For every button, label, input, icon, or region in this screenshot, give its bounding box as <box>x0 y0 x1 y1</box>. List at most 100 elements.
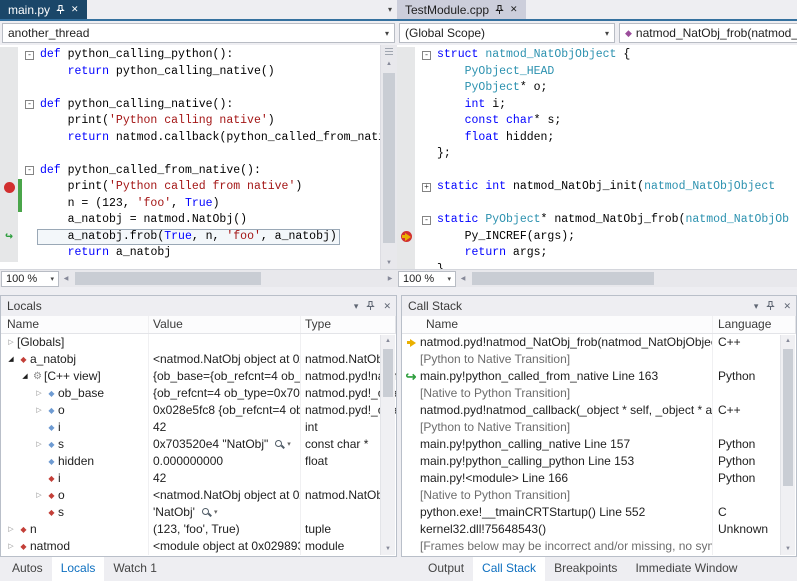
tab-testmodule-cpp[interactable]: TestModule.cpp ✕ <box>397 0 526 19</box>
callstack-title-bar[interactable]: Call Stack ▾ ✕ <box>402 296 796 316</box>
scrollbar-track[interactable] <box>781 347 795 543</box>
breakpoint-margin[interactable] <box>397 97 415 114</box>
column-header-type[interactable]: Type <box>301 316 396 333</box>
scroll-up-icon[interactable]: ▲ <box>781 335 795 347</box>
locals-row[interactable]: ◢⚙[C++ view]{ob_base={ob_refcnt=4 ob_typ… <box>1 368 396 385</box>
locals-row[interactable]: ▷◆ob_base{ob_refcnt=4 ob_type=0x70352054… <box>1 385 396 402</box>
close-icon[interactable]: ✕ <box>510 5 518 14</box>
expander-icon[interactable]: ▷ <box>5 521 17 538</box>
zoom-dropdown[interactable]: 100 % ▾ <box>1 271 59 287</box>
breakpoint-margin[interactable] <box>0 146 18 163</box>
code-editor-python[interactable]: -def python_calling_python(): return pyt… <box>0 45 397 269</box>
breakpoint-margin[interactable] <box>397 163 415 180</box>
expander-icon[interactable]: ▷ <box>5 334 17 351</box>
breakpoint-margin[interactable] <box>0 80 18 97</box>
breakpoint-icon[interactable] <box>4 182 15 193</box>
breakpoint-margin[interactable] <box>0 47 18 64</box>
locals-row[interactable]: ◆hidden0.000000000float <box>1 453 396 470</box>
close-icon[interactable]: ✕ <box>383 301 391 312</box>
expander-icon[interactable]: ◢ <box>19 368 31 385</box>
breakpoint-margin[interactable] <box>0 64 18 81</box>
scrollbar-track[interactable] <box>381 71 397 256</box>
locals-row[interactable]: ▷◆o<natmod.NatObj object at 0x02A57D30>n… <box>1 487 396 504</box>
fold-collapse-icon[interactable]: - <box>422 216 431 225</box>
locals-row[interactable]: ▷◆n(123, 'foo', True)tuple <box>1 521 396 538</box>
breakpoint-margin[interactable] <box>0 245 18 262</box>
pin-icon[interactable] <box>366 301 375 311</box>
callstack-row[interactable]: main.py!python_calling_python Line 153Py… <box>402 453 796 470</box>
window-position-icon[interactable]: ▾ <box>754 301 759 312</box>
scrollbar-thumb[interactable] <box>383 73 395 243</box>
pane-tab-immediate-window[interactable]: Immediate Window <box>626 557 746 581</box>
thread-dropdown[interactable]: another_thread ▾ <box>2 23 395 43</box>
scrollbar-track[interactable] <box>73 270 383 287</box>
breakpoint-margin[interactable] <box>397 262 415 270</box>
breakpoint-margin[interactable] <box>397 229 415 246</box>
callstack-row[interactable]: [Native to Python Transition] <box>402 385 796 402</box>
pin-icon[interactable] <box>495 5 504 15</box>
breakpoint-margin[interactable] <box>397 113 415 130</box>
code-area[interactable]: -struct natmod_NatObjObject { PyObject_H… <box>397 45 797 269</box>
zoom-dropdown[interactable]: 100 % ▾ <box>398 271 456 287</box>
breakpoint-margin[interactable] <box>0 163 18 180</box>
scroll-down-icon[interactable]: ▼ <box>781 543 795 555</box>
pane-tab-call-stack[interactable]: Call Stack <box>473 557 545 581</box>
locals-row[interactable]: ▷◆s0x703520e4 "NatObj"▾const char * <box>1 436 396 453</box>
breakpoint-margin[interactable] <box>397 196 415 213</box>
breakpoint-margin[interactable] <box>0 113 18 130</box>
breakpoint-margin[interactable] <box>397 146 415 163</box>
chevron-down-icon[interactable]: ▾ <box>214 504 218 521</box>
scroll-up-icon[interactable]: ▲ <box>381 335 395 347</box>
scroll-right-icon[interactable]: ▶ <box>383 275 397 282</box>
tab-main-py[interactable]: main.py ✕ <box>0 0 87 19</box>
scroll-left-icon[interactable]: ◀ <box>59 275 73 282</box>
column-header-language[interactable]: Language <box>713 316 796 333</box>
pane-tab-locals[interactable]: Locals <box>52 557 105 581</box>
magnifier-icon[interactable] <box>274 439 285 451</box>
scrollbar-track[interactable] <box>470 270 797 287</box>
scroll-left-icon[interactable]: ◀ <box>456 275 470 282</box>
pane-tab-watch-1[interactable]: Watch 1 <box>104 557 166 581</box>
expander-icon[interactable]: ▷ <box>33 436 45 453</box>
breakpoint-margin[interactable] <box>0 179 18 196</box>
pin-icon[interactable] <box>56 5 65 15</box>
fold-expand-icon[interactable]: + <box>422 183 431 192</box>
breakpoint-icon[interactable] <box>401 231 412 242</box>
window-position-icon[interactable]: ▾ <box>354 301 359 312</box>
callstack-row[interactable]: natmod.pyd!natmod_callback(_object * sel… <box>402 402 796 419</box>
fold-collapse-icon[interactable]: - <box>25 51 34 60</box>
locals-row[interactable]: ▷◆natmod<module object at 0x029893f0>mod… <box>1 538 396 555</box>
breakpoint-margin[interactable] <box>397 80 415 97</box>
pane-tab-autos[interactable]: Autos <box>3 557 52 581</box>
vertical-scrollbar[interactable]: ▲ ▼ <box>780 335 795 555</box>
code-editor-cpp[interactable]: -struct natmod_NatObjObject { PyObject_H… <box>397 45 797 269</box>
scroll-up-icon[interactable]: ▲ <box>381 58 397 70</box>
splitter-grip[interactable] <box>385 48 393 57</box>
scope-dropdown[interactable]: (Global Scope) ▾ <box>399 23 615 43</box>
callstack-row[interactable]: [Python to Native Transition] <box>402 419 796 436</box>
pin-icon[interactable] <box>766 301 775 311</box>
scrollbar-thumb[interactable] <box>783 349 793 486</box>
expander-icon[interactable]: ▷ <box>5 538 17 555</box>
callstack-row[interactable]: kernel32.dll!75648543()Unknown <box>402 521 796 538</box>
chevron-down-icon[interactable]: ▾ <box>287 436 291 453</box>
locals-row[interactable]: ◆i42 <box>1 470 396 487</box>
locals-row[interactable]: ◆s'NatObj'▾ <box>1 504 396 521</box>
vertical-scrollbar[interactable]: ▲ ▼ <box>380 45 397 269</box>
callstack-row[interactable]: ↪main.py!python_called_from_native Line … <box>402 368 796 385</box>
close-icon[interactable]: ✕ <box>71 5 79 14</box>
breakpoint-margin[interactable] <box>0 130 18 147</box>
code-area[interactable]: -def python_calling_python(): return pyt… <box>0 45 380 269</box>
callstack-row[interactable]: python.exe!__tmainCRTStartup() Line 552C <box>402 504 796 521</box>
locals-row[interactable]: ◢◆a_natobj<natmod.NatObj object at 0x02A… <box>1 351 396 368</box>
fold-collapse-icon[interactable]: - <box>25 100 34 109</box>
callstack-row[interactable]: main.py!<module> Line 166Python <box>402 470 796 487</box>
fold-collapse-icon[interactable]: - <box>25 166 34 175</box>
locals-row[interactable]: ▷◆o0x028e5fc8 {ob_refcnt=4 ob_type=0x70n… <box>1 402 396 419</box>
breakpoint-margin[interactable] <box>397 64 415 81</box>
scrollbar-thumb[interactable] <box>472 272 654 285</box>
locals-row[interactable]: ◆i42int <box>1 419 396 436</box>
scrollbar-track[interactable] <box>381 347 395 543</box>
scrollbar-thumb[interactable] <box>75 272 261 285</box>
breakpoint-margin[interactable] <box>0 212 18 229</box>
